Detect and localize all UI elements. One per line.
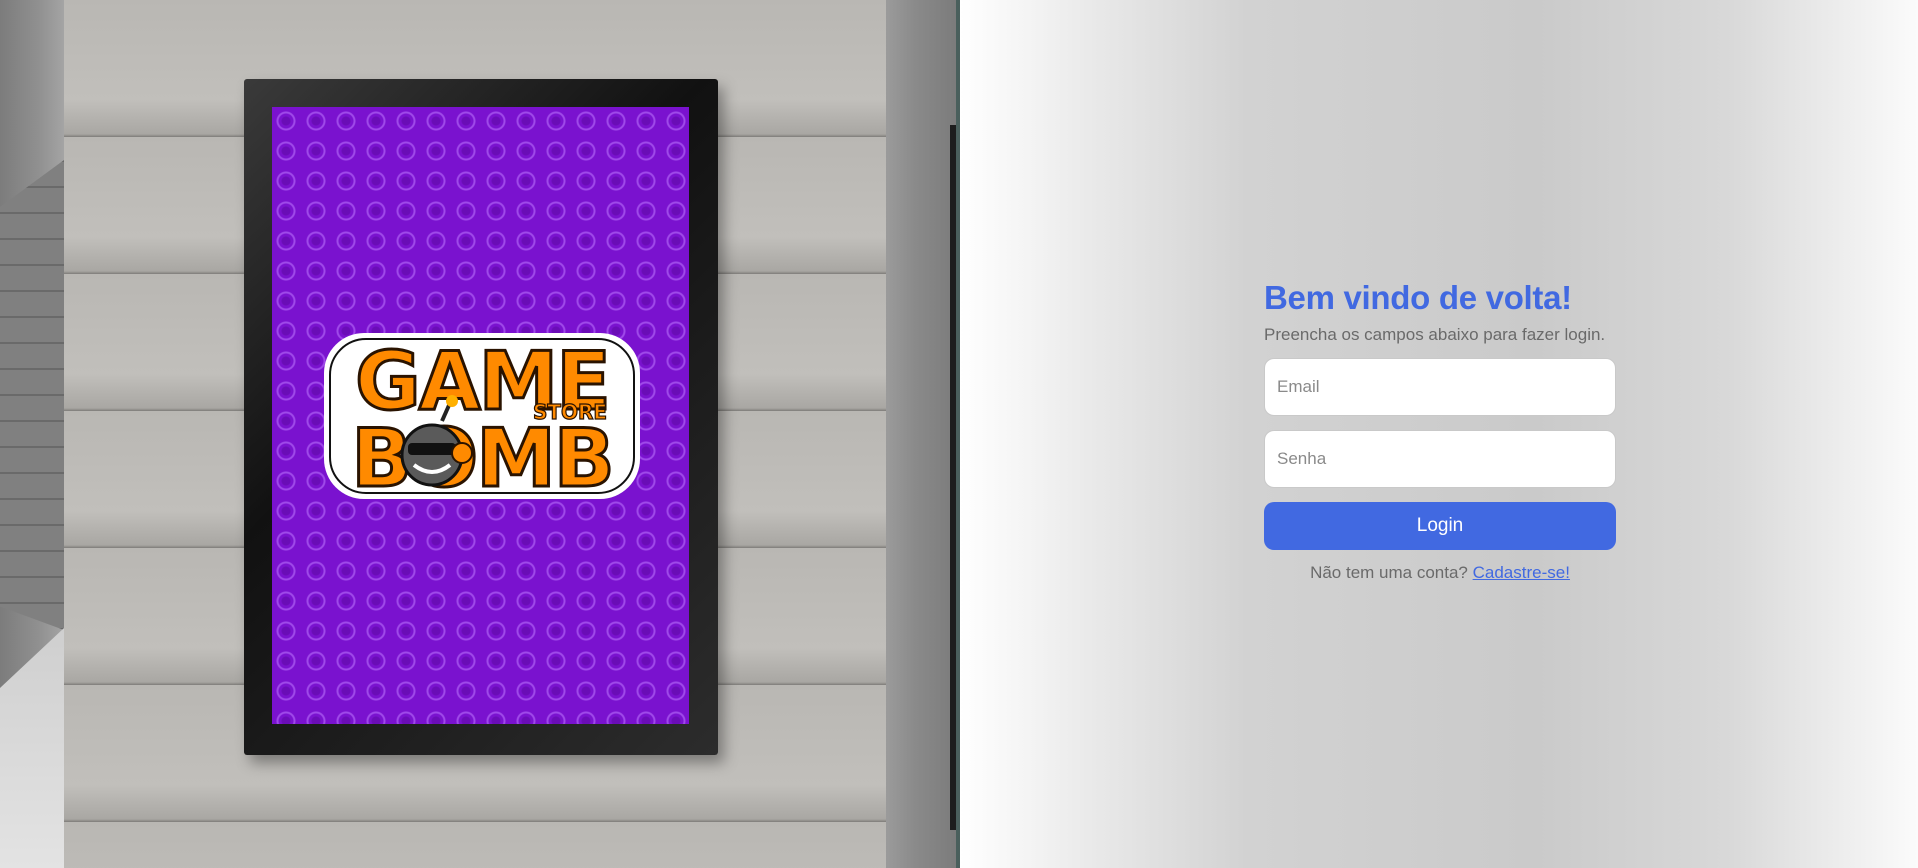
signup-prompt: Não tem uma conta? bbox=[1310, 563, 1468, 582]
poster: GAME STORE BOMB bbox=[272, 107, 689, 724]
logo-line2: BOMB bbox=[351, 412, 613, 501]
signup-line: Não tem uma conta? Cadastre-se! bbox=[1264, 561, 1616, 585]
signup-link[interactable]: Cadastre-se! bbox=[1473, 563, 1570, 582]
password-input[interactable] bbox=[1264, 430, 1616, 488]
poster-frame: GAME STORE BOMB bbox=[244, 79, 718, 755]
email-input[interactable] bbox=[1264, 358, 1616, 416]
login-page: GAME STORE BOMB Bem vindo de volta! Pree… bbox=[0, 0, 1918, 868]
login-title: Bem vindo de volta! bbox=[1264, 279, 1572, 316]
game-bomb-store-logo: GAME STORE BOMB bbox=[324, 333, 640, 501]
login-button[interactable]: Login bbox=[1264, 502, 1616, 550]
login-form: Bem vindo de volta! Preencha os campos a… bbox=[1264, 272, 1616, 585]
hero-image: GAME STORE BOMB bbox=[0, 0, 960, 868]
wall-edge bbox=[886, 0, 960, 868]
login-panel: Bem vindo de volta! Preencha os campos a… bbox=[960, 0, 1918, 868]
login-subtitle: Preencha os campos abaixo para fazer log… bbox=[1264, 325, 1606, 344]
